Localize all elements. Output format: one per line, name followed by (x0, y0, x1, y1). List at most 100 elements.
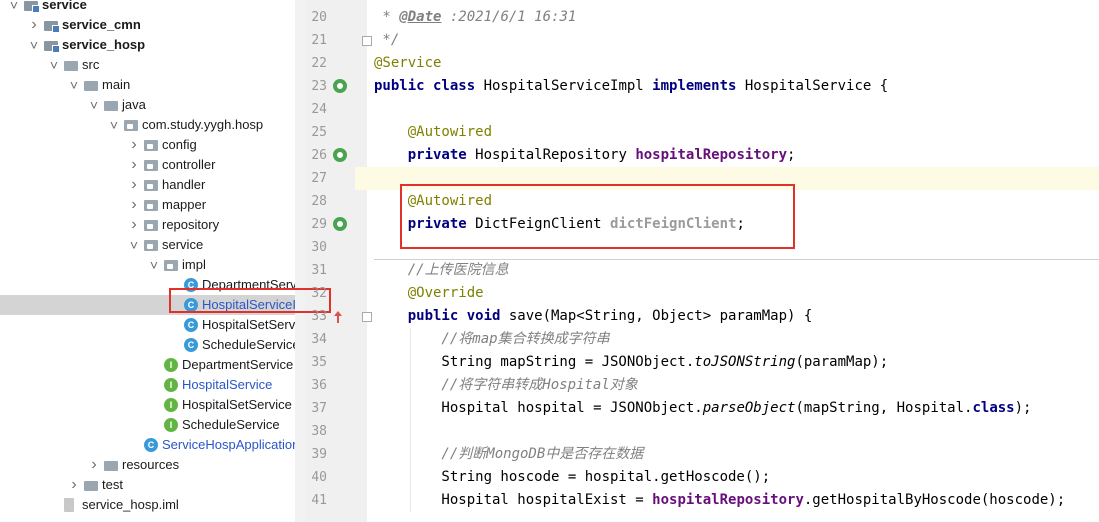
code-token: String hoscode = hospital.getHoscode(); (374, 469, 771, 485)
tree-item-scheduleservice[interactable]: I ScheduleService (0, 415, 305, 435)
folder-icon (64, 61, 78, 71)
line-number: 38 (311, 424, 327, 439)
package-icon (144, 180, 158, 191)
code-token: @Service (374, 55, 442, 71)
chevron-right-icon[interactable]: › (128, 195, 140, 215)
project-tree-scrollbar[interactable] (295, 0, 305, 522)
tree-item-departmentservice[interactable]: I DepartmentService (0, 355, 305, 375)
chevron-down-icon[interactable]: ˅ (148, 255, 160, 275)
code-line[interactable]: //将map集合转换成字符串 (367, 328, 1099, 351)
tree-item-repository[interactable]: › repository (0, 215, 305, 235)
tree-item-controller[interactable]: › controller (0, 155, 305, 175)
tree-item-impl[interactable]: ˅ impl (0, 255, 305, 275)
code-line[interactable]: @Autowired (367, 121, 1099, 144)
tree-item-resources[interactable]: › resources (0, 455, 305, 475)
fold-marker-icon[interactable] (362, 36, 372, 46)
tree-item-com-study-yygh-hosp[interactable]: ˅ com.study.yygh.hosp (0, 115, 305, 135)
code-token: private (374, 147, 476, 163)
code-editor[interactable]: * @Date :2021/6/1 16:31 */ @Service public… (367, 0, 1099, 522)
indent-guide (410, 328, 411, 512)
folder-module-icon (24, 1, 40, 13)
code-token: HospitalRepository (475, 147, 636, 163)
code-line[interactable]: String hoscode = hospital.getHoscode(); (367, 466, 1099, 489)
code-token: class (972, 400, 1015, 416)
tree-item-scheduleserviceir[interactable]: C ScheduleServiceIr (0, 335, 305, 355)
implements-method-icon[interactable] (333, 309, 342, 323)
code-line[interactable] (367, 420, 1099, 443)
code-line[interactable]: public void save(Map<String, Object> par… (367, 305, 1099, 328)
line-number: 34 (311, 332, 327, 347)
tree-item-main[interactable]: ˅ main (0, 75, 305, 95)
chevron-right-icon[interactable]: › (128, 175, 140, 195)
line-number: 21 (311, 33, 327, 48)
tree-item-hospitalsetservice[interactable]: I HospitalSetService (0, 395, 305, 415)
chevron-down-icon[interactable]: ˅ (88, 95, 100, 115)
chevron-down-icon[interactable]: ˅ (28, 35, 40, 55)
code-line[interactable]: */ (367, 29, 1099, 52)
code-line[interactable]: @Override (367, 282, 1099, 305)
chevron-right-icon[interactable]: › (28, 15, 40, 35)
line-number: 25 (311, 125, 327, 140)
tree-item-src[interactable]: ˅ src (0, 55, 305, 75)
tree-item-label: HospitalSetServic (202, 317, 305, 332)
line-number: 27 (311, 171, 327, 186)
chevron-down-icon[interactable]: ˅ (8, 0, 20, 15)
code-line[interactable]: @Service (367, 52, 1099, 75)
tree-item-service[interactable]: ˅ service (0, 235, 305, 255)
tree-item-handler[interactable]: › handler (0, 175, 305, 195)
package-icon (144, 160, 158, 171)
code-token: * (374, 9, 400, 25)
spring-bean-icon[interactable] (333, 217, 347, 231)
code-line[interactable]: * @Date :2021/6/1 16:31 (367, 6, 1099, 29)
package-icon (144, 200, 158, 211)
line-number: 22 (311, 56, 327, 71)
code-line[interactable]: //将字符串转成Hospital对象 (367, 374, 1099, 397)
tree-item-java[interactable]: ˅ java (0, 95, 305, 115)
tree-item-label: controller (162, 157, 216, 172)
tree-item-hospitalservice[interactable]: I HospitalService (0, 375, 305, 395)
chevron-right-icon[interactable]: › (128, 135, 140, 155)
fold-marker-icon[interactable] (362, 312, 372, 322)
code-line[interactable]: Hospital hospital = JSONObject.parseObje… (367, 397, 1099, 420)
project-tree[interactable]: ˅ service › service_cmn ˅ service_hosp ˅ src ˅ ma… (0, 0, 305, 522)
chevron-right-icon[interactable]: › (88, 455, 100, 475)
chevron-down-icon[interactable]: ˅ (48, 55, 60, 75)
code-token: @Date (399, 9, 442, 25)
code-line[interactable]: String mapString = JSONObject.toJSONStri… (367, 351, 1099, 374)
line-number: 33 (311, 309, 327, 324)
folder-module-icon (44, 21, 60, 33)
chevron-down-icon[interactable]: ˅ (68, 75, 80, 95)
tree-item-service-hosp-iml[interactable]: service_hosp.iml (0, 495, 305, 515)
code-token: save(Map<String, Object> paramMap) { (508, 308, 813, 324)
spring-bean-icon[interactable] (333, 79, 347, 93)
code-line[interactable]: //判断MongoDB中是否存在数据 (367, 443, 1099, 466)
spring-bean-icon[interactable] (333, 148, 347, 162)
code-line[interactable]: public class HospitalServiceImpl impleme… (367, 75, 1099, 98)
tree-item-test[interactable]: › test (0, 475, 305, 495)
tree-item-service[interactable]: ˅ service (0, 0, 305, 15)
line-number: 40 (311, 470, 327, 485)
code-token: @Autowired (374, 124, 493, 140)
code-token: ); (1014, 400, 1032, 416)
code-line[interactable]: private HospitalRepository hospitalRepos… (367, 144, 1099, 167)
interface-icon: I (164, 378, 178, 392)
chevron-down-icon[interactable]: ˅ (128, 235, 140, 255)
tree-item-mapper[interactable]: › mapper (0, 195, 305, 215)
code-line[interactable]: //上传医院信息 (367, 259, 1099, 282)
code-line[interactable] (367, 98, 1099, 121)
code-token: toJSONString (694, 354, 796, 370)
tree-item-service-cmn[interactable]: › service_cmn (0, 15, 305, 35)
chevron-right-icon[interactable]: › (68, 475, 80, 495)
chevron-down-icon[interactable]: ˅ (108, 115, 120, 135)
line-number: 26 (311, 148, 327, 163)
tree-item-servicehospapplication[interactable]: C ServiceHospApplication (0, 435, 305, 455)
interface-icon: I (164, 398, 178, 412)
chevron-right-icon[interactable]: › (128, 155, 140, 175)
class-icon: C (184, 318, 198, 332)
tree-item-service-hosp[interactable]: ˅ service_hosp (0, 35, 305, 55)
tree-item-config[interactable]: › config (0, 135, 305, 155)
code-line[interactable]: Hospital hospitalExist = hospitalReposit… (367, 489, 1099, 512)
tree-item-label: DepartmentService (182, 357, 294, 372)
tree-item-hospitalsetservic[interactable]: C HospitalSetServic (0, 315, 305, 335)
chevron-right-icon[interactable]: › (128, 215, 140, 235)
